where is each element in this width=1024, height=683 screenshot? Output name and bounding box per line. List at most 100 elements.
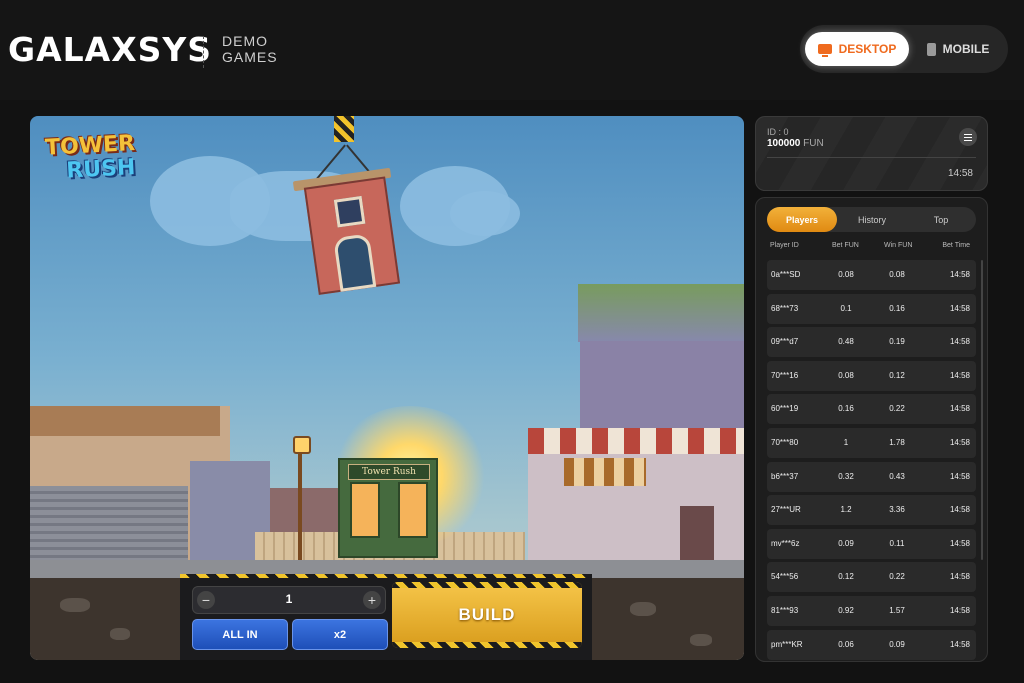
cell-bet-time: 14:58	[949, 505, 970, 515]
desktop-label: DESKTOP	[838, 42, 897, 56]
cell-player-id: pm***KR	[771, 639, 803, 649]
increase-bet-button[interactable]: +	[363, 591, 381, 609]
decrease-bet-button[interactable]: −	[197, 591, 215, 609]
balance-value: 100000	[767, 138, 801, 149]
cell-bet: 1	[843, 437, 849, 447]
cell-bet-time: 14:58	[949, 337, 970, 347]
cell-bet: 0.1	[840, 303, 852, 313]
logo-word-rush: RUSH	[65, 155, 137, 184]
demo-label-line2: GAMES	[222, 49, 278, 65]
table-row: mv***6z 0.09 0.11 14:58	[767, 528, 976, 559]
cell-win: 0.09	[889, 639, 905, 649]
small-awning	[564, 458, 646, 486]
build-stripe-bottom	[392, 642, 582, 648]
cell-player-id: 60***19	[771, 404, 799, 414]
column-player-id: Player ID	[770, 242, 799, 249]
cell-player-id: 09***d7	[771, 337, 799, 347]
bet-amount-stepper[interactable]: 1 − +	[192, 586, 386, 614]
tab-top[interactable]: Top	[906, 207, 976, 232]
hanging-floor-block	[292, 167, 401, 295]
cell-bet: 0.06	[838, 639, 854, 649]
table-row: 81***93 0.92 1.57 14:58	[767, 595, 976, 626]
table-row: 09***d7 0.48 0.19 14:58	[767, 327, 976, 358]
account-card: ID : 0 100000 FUN 14:58	[755, 116, 988, 191]
cell-bet: 0.08	[838, 370, 854, 380]
cell-bet: 1.2	[840, 505, 852, 515]
cell-bet-time: 14:58	[949, 437, 970, 447]
cell-player-id: 81***93	[771, 605, 799, 615]
cell-bet-time: 14:58	[949, 605, 970, 615]
cloud	[450, 191, 520, 236]
table-row: 60***19 0.16 0.22 14:58	[767, 394, 976, 425]
floor-wall	[303, 176, 401, 295]
cell-player-id: 0a***SD	[771, 270, 801, 279]
divider	[767, 157, 976, 158]
cell-win: 1.78	[889, 437, 905, 447]
bets-panel: Players History Top Player ID Bet FUN Wi…	[755, 197, 988, 662]
column-bet: Bet FUN	[832, 242, 859, 249]
cell-bet: 0.09	[838, 538, 854, 548]
double-bet-button[interactable]: x2	[292, 619, 388, 650]
street-lamp-pole	[298, 446, 302, 566]
table-row: 54***56 0.12 0.22 14:58	[767, 562, 976, 593]
cell-bet: 0.16	[838, 404, 854, 414]
cell-win: 0.22	[889, 572, 905, 582]
tab-history[interactable]: History	[837, 207, 907, 232]
cell-win: 1.57	[889, 605, 905, 615]
monitor-icon	[817, 44, 832, 57]
street-lamp-light	[293, 436, 311, 454]
rock	[110, 628, 130, 640]
bet-amount-value[interactable]: 1	[193, 592, 385, 606]
all-in-button[interactable]: ALL IN	[192, 619, 288, 650]
menu-icon-line	[964, 134, 972, 135]
desktop-button[interactable]: DESKTOP	[805, 32, 909, 66]
cell-bet: 0.48	[838, 337, 854, 347]
scrollbar[interactable]	[981, 260, 983, 560]
game-canvas[interactable]: TOWER RUSH Tower Rush 1 − + ALL IN x2 BU…	[30, 116, 744, 660]
rock	[60, 598, 90, 612]
cell-win: 0.12	[889, 370, 905, 380]
balance-currency: FUN	[803, 138, 824, 149]
galaxsys-logo[interactable]: GALAXSYS	[8, 30, 212, 69]
cell-win: 0.11	[889, 538, 905, 548]
column-bet-time: Bet Time	[942, 242, 970, 249]
build-button[interactable]: BUILD	[392, 582, 582, 648]
menu-button[interactable]	[959, 128, 977, 146]
tab-players[interactable]: Players	[767, 207, 837, 232]
cell-bet-time: 14:58	[949, 303, 970, 313]
bet-controls: 1 − + ALL IN x2 BUILD	[180, 574, 592, 660]
cell-player-id: b6***37	[771, 471, 799, 481]
account-id: ID : 0	[767, 127, 789, 137]
mobile-label: MOBILE	[942, 42, 990, 56]
mobile-button[interactable]: MOBILE	[918, 32, 998, 66]
rock	[630, 602, 656, 616]
cell-bet: 0.12	[838, 572, 854, 582]
demo-games-label: DEMO GAMES	[222, 33, 278, 65]
cell-player-id: 70***16	[771, 370, 799, 380]
table-row: pm***KR 0.06 0.09 14:58	[767, 629, 976, 660]
striped-awning	[528, 428, 744, 454]
table-row: b6***37 0.32 0.43 14:58	[767, 461, 976, 492]
shop-sign: Tower Rush	[348, 464, 430, 480]
cafe-door	[680, 506, 714, 560]
demo-label-line1: DEMO	[222, 33, 268, 49]
cell-win: 0.16	[889, 303, 905, 313]
tower-rush-logo: TOWER RUSH	[45, 131, 152, 194]
phone-icon	[926, 42, 936, 56]
rock	[690, 634, 712, 646]
table-row: 70***16 0.08 0.12 14:58	[767, 360, 976, 391]
cell-bet: 0.08	[838, 270, 854, 279]
cell-win: 0.43	[889, 471, 905, 481]
cell-win: 3.36	[889, 505, 905, 515]
cell-bet-time: 14:58	[949, 270, 970, 279]
view-toggle: DESKTOP MOBILE	[800, 25, 1008, 73]
floor-door	[333, 233, 377, 292]
top-bar: GALAXSYS DEMO GAMES DESKTOP MOBILE	[0, 0, 1024, 100]
cell-bet: 0.32	[838, 471, 854, 481]
hazard-stripe	[180, 574, 592, 578]
menu-icon-line	[964, 140, 972, 141]
shop-window	[398, 482, 428, 538]
cell-bet-time: 14:58	[949, 370, 970, 380]
floor-window	[333, 195, 366, 228]
logo-divider	[203, 36, 204, 68]
